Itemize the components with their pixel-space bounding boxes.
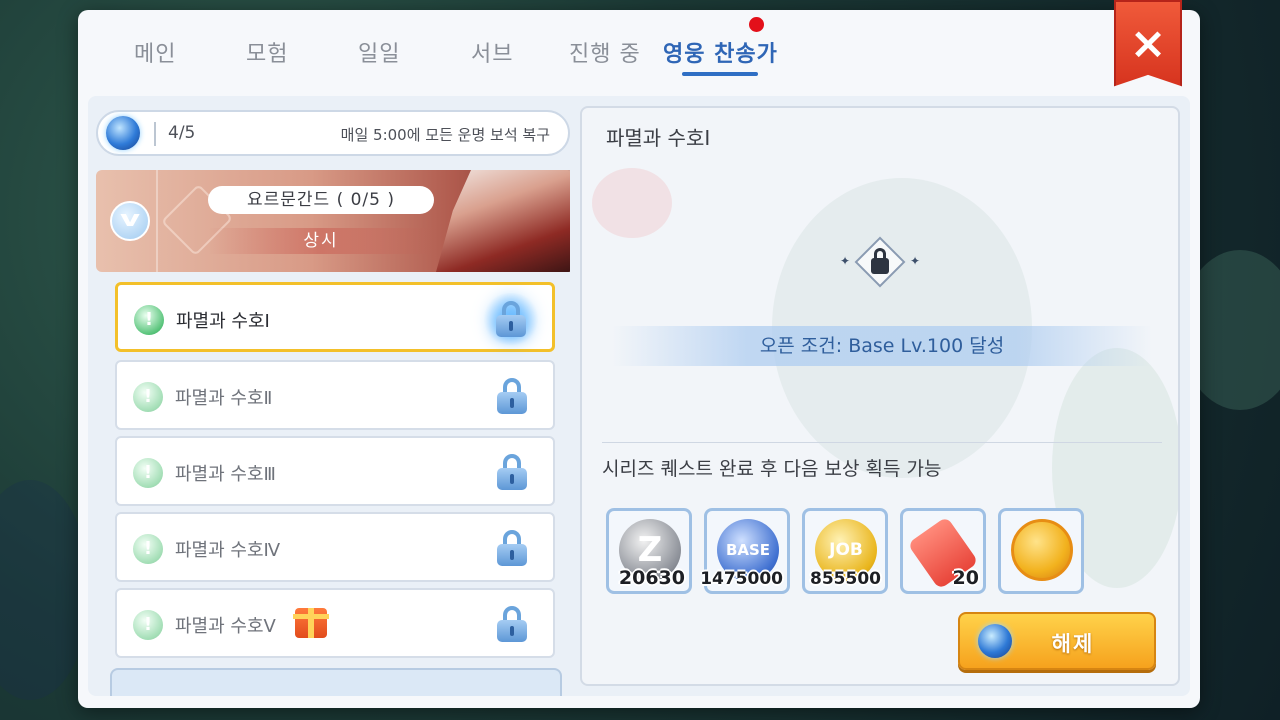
quest-label: 파멸과 수호Ⅳ [175,540,281,561]
reward-ticket[interactable]: 20 [900,508,986,594]
divider [154,122,156,146]
divider [156,170,158,272]
quest-item-3[interactable]: ! 파멸과 수호Ⅲ [115,436,555,506]
sparkle-icon: ✦ [910,254,921,268]
reward-base-exp[interactable]: BASE 1475000 [700,508,790,594]
quest-label: 파멸과 수호Ⅰ [176,311,270,332]
quest-label: 파멸과 수호Ⅴ [175,616,276,637]
reward-job-exp[interactable]: JOB 855500 [802,508,888,594]
fate-gem-icon [106,116,140,150]
quest-item-2[interactable]: ! 파멸과 수호Ⅱ [115,360,555,430]
content-area: 4/5 매일 5:00에 모든 운명 보석 복구 v 요르문간드 ( 0/5 )… [88,96,1190,696]
release-label: 해제 [1051,632,1095,656]
reward-amount: 855500 [810,569,881,589]
reward-note: 시리즈 퀘스트 완료 후 다음 보상 획득 가능 [602,458,942,480]
tab-hero-anthem[interactable]: 영웅 찬송가 [663,36,778,68]
quest-item-1[interactable]: ! 파멸과 수호Ⅰ [115,282,555,352]
quest-alert-icon: ! [133,534,163,564]
quest-window: 메인 모험 일일 서브 진행 중 영웅 찬송가 × 4/5 매일 5:00에 모… [78,0,1200,708]
reward-amount: 20 [952,567,979,589]
reward-zeny[interactable]: Z 20630 [606,508,692,594]
release-button[interactable]: 해제 [958,612,1156,670]
quest-detail-title: 파멸과 수호Ⅰ [606,126,711,150]
chevron-down-icon: v [119,207,141,232]
lock-icon [497,454,527,490]
lock-icon [497,530,527,566]
quest-alert-icon: ! [134,305,164,335]
quest-list-panel: 4/5 매일 5:00에 모든 운명 보석 복구 v 요르문간드 ( 0/5 )… [88,96,570,696]
quest-alert-icon: ! [133,458,163,488]
chapter-header[interactable]: v 요르문간드 ( 0/5 ) 상시 [96,170,570,272]
quest-alert-icon: ! [133,382,163,412]
quest-label: 파멸과 수호Ⅲ [175,464,276,485]
fate-gem-bar: 4/5 매일 5:00에 모든 운명 보석 복구 [96,110,570,156]
reward-amount: 1475000 [700,569,783,589]
chapter-subtitle: 상시 [208,228,434,254]
tab-daily[interactable]: 일일 [358,36,400,68]
notification-dot [749,17,764,32]
next-chapter-header[interactable] [110,668,562,696]
quest-alert-icon: ! [133,610,163,640]
reward-gold-medal[interactable] [998,508,1084,594]
chapter-title: 요르문간드 ( 0/5 ) [208,186,434,214]
gift-box-icon [293,608,329,638]
hero-portrait [436,170,570,272]
fate-gem-recovery-note: 매일 5:00에 모든 운명 보석 복구 [340,126,550,144]
tab-main[interactable]: 메인 [134,36,176,68]
lock-icon [482,293,540,345]
tab-sub[interactable]: 서브 [471,36,513,68]
fate-gem-icon [978,624,1012,658]
locked-emblem: ✦ ✦ [840,236,921,292]
divider [602,442,1162,443]
collapse-button[interactable]: v [110,201,150,241]
background-art [592,168,672,238]
tab-bar: 메인 모험 일일 서브 진행 중 영웅 찬송가 [78,10,1118,90]
gold-medal-icon [1011,519,1073,581]
close-icon: × [1129,18,1167,69]
quest-detail-panel: 파멸과 수호Ⅰ ✦ ✦ 오픈 조건: Base Lv.100 달성 시리즈 퀘스… [580,106,1180,686]
lock-icon [497,378,527,414]
reward-amount: 20630 [618,567,685,589]
fate-gem-count: 4/5 [168,123,196,143]
quest-label: 파멸과 수호Ⅱ [175,388,273,409]
close-button[interactable]: × [1114,0,1182,96]
quest-item-5[interactable]: ! 파멸과 수호Ⅴ [115,588,555,658]
active-tab-indicator [682,72,758,76]
open-condition: 오픈 조건: Base Lv.100 달성 [612,326,1152,366]
sparkle-icon: ✦ [840,254,851,268]
lock-icon [497,606,527,642]
tab-adventure[interactable]: 모험 [246,36,288,68]
lock-icon [871,248,889,274]
tab-in-progress[interactable]: 진행 중 [569,36,641,68]
quest-item-4[interactable]: ! 파멸과 수호Ⅳ [115,512,555,582]
